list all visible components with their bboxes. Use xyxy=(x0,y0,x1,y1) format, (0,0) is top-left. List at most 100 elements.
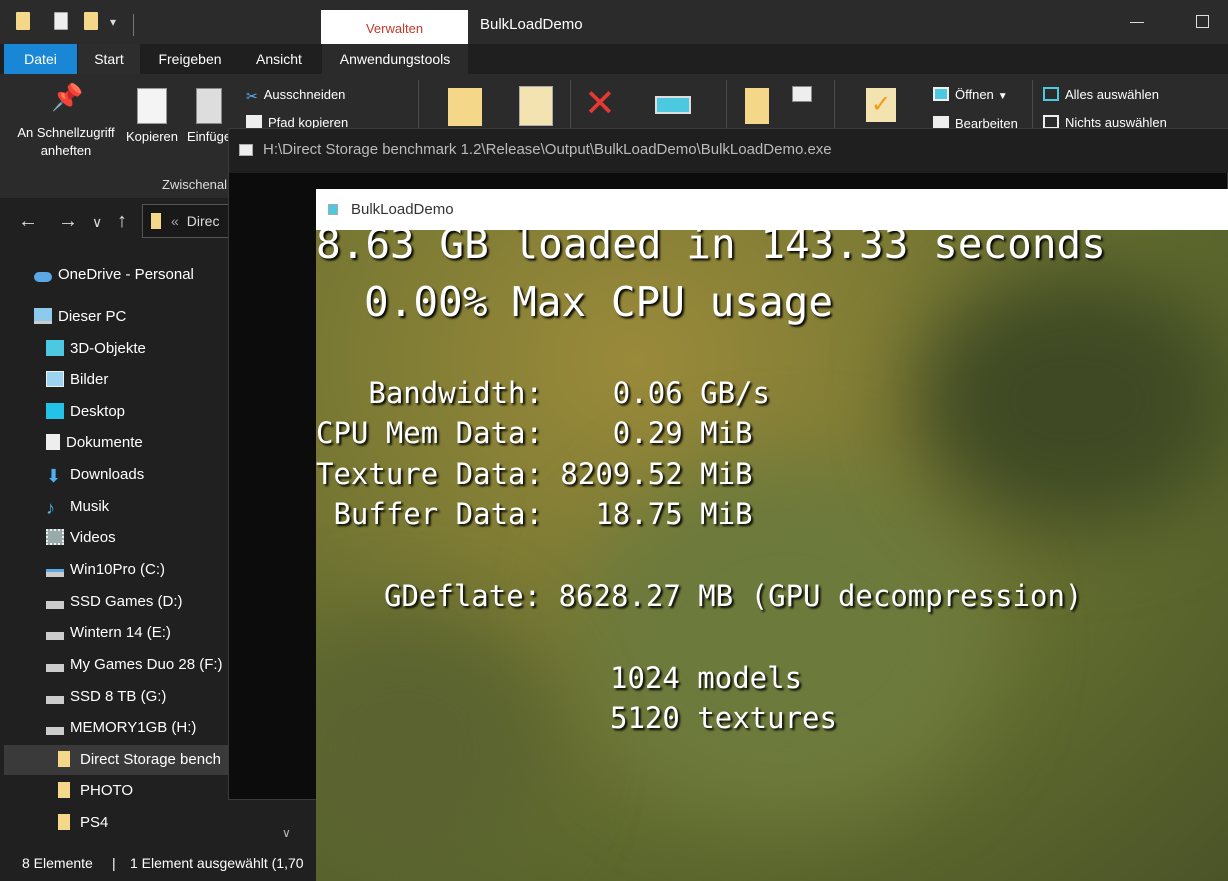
sidebar-item-ps4[interactable]: PS4 xyxy=(58,808,108,838)
scroll-down-chevron-icon[interactable]: ∨ xyxy=(282,826,291,840)
select-all-label: Alles auswählen xyxy=(1065,87,1159,102)
forward-arrow-icon[interactable]: → xyxy=(58,210,78,233)
copy-icon xyxy=(137,88,167,124)
folder-icon[interactable] xyxy=(16,12,30,36)
console-icon xyxy=(239,144,253,156)
back-arrow-icon[interactable]: ← xyxy=(18,210,38,233)
open-label: Öffnen xyxy=(955,87,994,102)
status-bar: 8 Elemente | 1 Element ausgewählt (1,70 xyxy=(0,845,316,881)
sidebar-item-label: 3D-Objekte xyxy=(70,340,146,357)
video-icon xyxy=(46,529,64,545)
sidebar-item-label: SSD 8 TB (G:) xyxy=(70,688,167,705)
pin-label: An Schnellzugriff anheften xyxy=(17,125,115,158)
sidebar-item-drive-d[interactable]: SSD Games (D:) xyxy=(46,587,183,617)
sidebar-item-videos[interactable]: Videos xyxy=(46,523,116,553)
download-icon: ⬇ xyxy=(46,466,62,486)
open-button[interactable]: Öffnen ▼ xyxy=(933,87,1008,105)
sidebar-item-drive-c[interactable]: Win10Pro (C:) xyxy=(46,555,165,585)
up-arrow-icon[interactable]: ↑ xyxy=(117,210,127,233)
scissors-icon: ✂ xyxy=(246,88,258,104)
computer-icon xyxy=(34,308,52,324)
context-tab-header: Verwalten xyxy=(321,10,468,44)
sidebar-item-3d-objekte[interactable]: 3D-Objekte xyxy=(46,334,146,364)
sidebar-item-drive-g[interactable]: SSD 8 TB (G:) xyxy=(46,682,166,712)
sidebar-item-label: Musik xyxy=(70,498,110,515)
copy-to-icon[interactable] xyxy=(519,86,553,126)
cut-label: Ausschneiden xyxy=(263,87,346,102)
cube-icon xyxy=(46,340,64,356)
select-all-button[interactable]: Alles auswählen xyxy=(1043,87,1159,103)
folder-icon xyxy=(58,814,70,830)
console-title: H:\Direct Storage benchmark 1.2\Release\… xyxy=(263,141,832,158)
bulkloaddemo-window[interactable]: BulkLoadDemo 8.63 GB loaded in 143.33 se… xyxy=(316,189,1228,881)
ribbon-group-label: Zwischenal xyxy=(162,177,228,192)
address-bar[interactable]: « Direc xyxy=(142,204,242,238)
drive-icon xyxy=(46,569,64,577)
maximize-button[interactable] xyxy=(1196,15,1209,28)
drive-icon xyxy=(46,696,64,704)
sidebar-item-label: Desktop xyxy=(70,403,126,420)
chevron-down-icon[interactable]: ∨ xyxy=(92,214,102,231)
sidebar-item-label: PHOTO xyxy=(80,782,134,799)
sidebar-item-label: Videos xyxy=(70,529,116,546)
ribbon-tabs: Datei Start Freigeben Ansicht Anwendungs… xyxy=(0,44,1228,74)
sidebar-item-label: Bilder xyxy=(70,371,109,388)
demo-titlebar[interactable]: BulkLoadDemo xyxy=(316,189,1228,230)
buffer-data-stat: Buffer Data: 18.75 MiB xyxy=(316,497,753,531)
demo-window-title: BulkLoadDemo xyxy=(351,201,454,218)
explorer-titlebar: ▾ Verwalten BulkLoadDemo xyxy=(0,0,1228,44)
new-folder-icon[interactable] xyxy=(84,12,98,36)
folder-icon xyxy=(58,782,70,798)
sidebar-item-drive-h[interactable]: MEMORY1GB (H:) xyxy=(46,713,196,743)
music-icon: ♪ xyxy=(46,498,55,518)
properties-icon[interactable]: ✓ xyxy=(866,88,896,122)
tab-datei[interactable]: Datei xyxy=(4,44,77,74)
sidebar-item-label: Win10Pro (C:) xyxy=(70,561,166,578)
select-none-icon xyxy=(1043,115,1059,129)
cut-button[interactable]: ✂ Ausschneiden xyxy=(246,87,346,104)
app-icon xyxy=(328,204,338,215)
sidebar-item-dokumente[interactable]: Dokumente xyxy=(46,428,143,458)
new-folder-icon[interactable] xyxy=(745,88,769,124)
move-to-icon[interactable] xyxy=(448,88,482,126)
sidebar-item-drive-f[interactable]: My Games Duo 28 (F:) xyxy=(46,650,223,680)
properties-icon[interactable] xyxy=(54,12,68,36)
pin-quick-access-button[interactable]: 📌 An Schnellzugriff anheften xyxy=(8,82,124,160)
sidebar-item-label: Downloads xyxy=(70,466,145,483)
minimize-button[interactable] xyxy=(1130,22,1144,23)
tab-start[interactable]: Start xyxy=(78,44,140,74)
select-all-icon xyxy=(1043,87,1059,101)
sidebar-item-musik[interactable]: ♪ Musik xyxy=(46,492,109,522)
sidebar-item-dieser-pc[interactable]: Dieser PC xyxy=(34,302,126,332)
tab-freigeben[interactable]: Freigeben xyxy=(146,44,234,74)
sidebar-item-onedrive[interactable]: OneDrive - Personal xyxy=(34,260,194,290)
background-blur xyxy=(916,270,1228,530)
sidebar-item-downloads[interactable]: ⬇ Downloads xyxy=(46,460,144,490)
console-titlebar[interactable]: H:\Direct Storage benchmark 1.2\Release\… xyxy=(229,129,1228,173)
sidebar-item-bilder[interactable]: Bilder xyxy=(46,365,108,395)
texture-data-stat: Texture Data: 8209.52 MiB xyxy=(316,457,753,491)
path-icon xyxy=(246,115,262,129)
delete-icon[interactable]: ✕ xyxy=(584,82,616,126)
tab-ansicht[interactable]: Ansicht xyxy=(240,44,318,74)
breadcrumb-chevron-icon: « xyxy=(171,213,179,229)
sidebar-item-label: PS4 xyxy=(80,814,109,831)
open-icon xyxy=(933,87,949,101)
copy-button[interactable]: Kopieren xyxy=(122,88,182,146)
document-icon xyxy=(46,434,60,450)
clipboard-icon xyxy=(196,88,222,124)
sidebar-item-drive-e[interactable]: Wintern 14 (E:) xyxy=(46,618,171,648)
new-item-icon[interactable] xyxy=(792,86,812,102)
copy-label: Kopieren xyxy=(125,129,179,144)
gdeflate-stat: GDeflate: 8628.27 MB (GPU decompression) xyxy=(384,579,1083,613)
folder-icon xyxy=(58,751,70,767)
textures-count: 5120 textures xyxy=(610,701,837,735)
tab-anwendungstools[interactable]: Anwendungstools xyxy=(322,44,468,74)
sidebar-item-direct-storage[interactable]: Direct Storage bench xyxy=(4,745,230,775)
sidebar-item-photo[interactable]: PHOTO xyxy=(58,776,133,806)
rename-icon[interactable] xyxy=(655,96,691,114)
paste-button[interactable]: Einfüge xyxy=(184,88,234,146)
customize-quick-access-icon[interactable]: ▾ xyxy=(110,12,116,32)
sidebar-item-desktop[interactable]: Desktop xyxy=(46,397,125,427)
pin-icon: 📌 xyxy=(51,82,84,112)
